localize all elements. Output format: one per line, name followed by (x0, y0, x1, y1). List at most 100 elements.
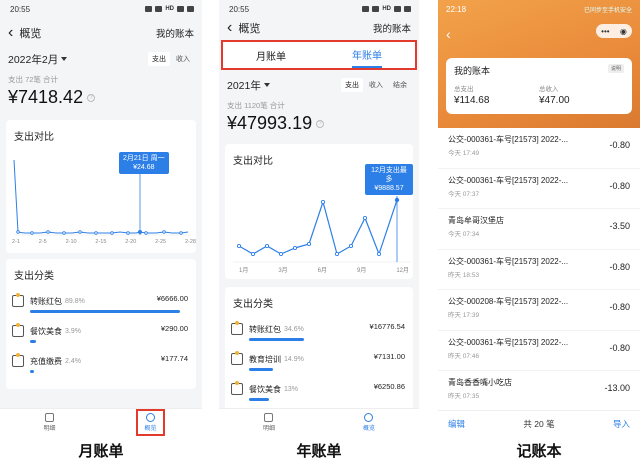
list-icon (264, 413, 274, 422)
transaction-row[interactable]: 公交-000361-车号[21573] 2022-... 昨天 07:46 -0… (438, 331, 640, 371)
chevron-down-icon (263, 83, 270, 87)
period-label: 2021年 (227, 79, 261, 92)
bottom-tab-bar: 明细 概览 (219, 408, 419, 436)
transaction-row[interactable]: 公交-000361-车号[21573] 2022-... 今天 17:49 -0… (438, 128, 640, 169)
category-value: ¥290.00 (160, 324, 188, 333)
category-value: ¥7131.00 (373, 352, 405, 361)
wallet-icon (231, 321, 243, 335)
period-selector[interactable]: 2021年 (227, 78, 270, 93)
category-name: 餐饮美食 (249, 384, 281, 394)
toggle-income[interactable]: 收入 (172, 52, 194, 66)
category-card: 支出分类 转账红包 34.6% ¥16776.54 教育培训 14.9% ¥71… (225, 287, 413, 417)
transaction-time: 昨天 17:39 (448, 312, 480, 319)
tab-label: 明细 (262, 426, 275, 432)
back-icon[interactable]: ‹ (446, 26, 451, 42)
segment-monthly[interactable]: 月账单 (256, 44, 286, 67)
total-amount-value: ¥47993.19 (227, 113, 313, 133)
page-title: 概览 (19, 28, 42, 40)
ledger-title: 我的账本 (454, 66, 491, 76)
edit-button[interactable]: 编辑 (448, 418, 465, 430)
transaction-name: 公交-000361-车号[21573] 2022-... (448, 337, 569, 347)
status-bar: 20:55 HD (0, 0, 202, 18)
back-icon[interactable]: ‹ (227, 20, 232, 36)
mini-program-capsule[interactable]: ••• ◉ (596, 24, 632, 38)
transaction-row[interactable]: 青岛牟哥汉堡店 今天 07:34 -3.50 (438, 209, 640, 250)
status-time: 22:18 (446, 4, 467, 14)
category-title: 支出分类 (233, 299, 273, 310)
tab-overview[interactable]: 概览 (357, 411, 381, 434)
transaction-row[interactable]: 公交-000361-车号[21573] 2022-... 昨天 18:53 -0… (438, 250, 640, 290)
close-icon[interactable]: ◉ (620, 27, 627, 36)
category-row[interactable]: 餐饮美食 13% ¥6250.86 (225, 374, 413, 404)
category-name: 充值缴费 (30, 356, 62, 366)
tab-details[interactable]: 明细 (37, 411, 61, 434)
tab-details[interactable]: 明细 (257, 411, 281, 434)
transaction-name: 公交-000361-车号[21573] 2022-... (448, 256, 569, 266)
my-ledger-link[interactable]: 我的账本 (156, 26, 194, 40)
help-badge[interactable]: 说明 (607, 64, 624, 73)
toggle-expense[interactable]: 支出 (148, 52, 170, 66)
more-icon[interactable]: ••• (601, 27, 609, 36)
total-income-label: 总收入 (539, 86, 559, 93)
transaction-amount: -0.80 (609, 180, 630, 191)
status-bar: 22:18 已同步至手机安全 (438, 0, 640, 18)
yearly-bill-screen: 20:55 HD ‹ 概览 我的账本 月账单 年账单 2021年 支出 收入 结… (219, 0, 419, 436)
monthly-bill-screen: 20:55 HD ‹ 概览 我的账本 2022年2月 支出 收入 支出 72笔 … (0, 0, 202, 436)
import-button[interactable]: 导入 (613, 418, 630, 430)
nav-bar: ‹ 概览 我的账本 (0, 18, 202, 48)
trend-title: 支出对比 (14, 132, 54, 143)
transaction-time: 昨天 18:53 (448, 271, 480, 279)
list-icon (44, 413, 54, 422)
pie-chart-icon (364, 413, 374, 422)
x-tick: 2-1 (12, 239, 20, 245)
transaction-amount: -0.80 (609, 342, 630, 353)
tab-overview[interactable]: 概览 (136, 409, 165, 436)
segment-yearly[interactable]: 年账单 (352, 43, 382, 68)
ledger-summary-card: 我的账本 说明 总支出 ¥114.68 总收入 ¥47.00 (446, 58, 632, 114)
type-toggle: 支出 收入 (148, 52, 194, 66)
category-row[interactable]: 餐饮美食 3.9% ¥290.00 (6, 316, 196, 346)
x-tick: 2-10 (65, 239, 77, 245)
bill-type-segment: 月账单 年账单 (221, 40, 417, 70)
caption-monthly: 月账单 (78, 443, 124, 460)
category-value: ¥16776.54 (369, 322, 405, 331)
transaction-row[interactable]: 公交-000208-车号[21573] 2022-... 昨天 17:39 -0… (438, 290, 640, 331)
trend-card: 支出对比 2月21日 周一 ¥24.68 2-1 2-5 2-10 2-15 2… (6, 120, 196, 253)
category-row[interactable]: 转账红包 89.8% ¥6666.00 (6, 286, 196, 316)
transaction-name: 青岛牟哥汉堡店 (448, 216, 504, 225)
category-value: ¥177.74 (160, 354, 188, 363)
chart-tooltip: 12月支出最多 ¥9888.57 (365, 164, 413, 195)
category-row[interactable]: 充值缴费 2.4% ¥177.74 (6, 346, 196, 376)
x-axis-ticks: 1月 3月 6月 9月 12月 (239, 265, 409, 274)
status-icons: HD (362, 6, 411, 12)
category-percent: 3.9% (65, 327, 81, 335)
summary-label: 支出 72笔 合计 (8, 75, 59, 84)
total-amount: ¥7418.42 ? (0, 85, 202, 110)
recharge-icon (12, 353, 24, 367)
tooltip-label: 12月支出最多 (371, 167, 407, 183)
category-card: 支出分类 转账红包 89.8% ¥6666.00 餐饮美食 3.9% ¥290.… (6, 259, 196, 389)
total-expense-label: 总支出 (454, 86, 474, 93)
transaction-amount: -0.80 (609, 261, 630, 272)
toggle-income[interactable]: 收入 (365, 78, 387, 92)
transaction-row[interactable]: 青岛香香嘴小吃店 昨天 07:35 -13.00 (438, 371, 640, 412)
tooltip-date: 2月21日 周一 (123, 155, 165, 162)
info-icon[interactable]: ? (87, 93, 96, 102)
tooltip-value: ¥9888.57 (374, 185, 404, 192)
transaction-row[interactable]: 公交-000361-车号[21573] 2022-... 今天 07:37 -0… (438, 169, 640, 209)
x-tick: 6月 (317, 268, 327, 274)
period-selector[interactable]: 2022年2月 (8, 52, 68, 67)
info-icon[interactable]: ? (316, 119, 325, 128)
category-name: 餐饮美食 (30, 326, 62, 336)
toggle-balance[interactable]: 结余 (389, 78, 411, 92)
transaction-name: 公交-000361-车号[21573] 2022-... (448, 135, 569, 144)
category-percent: 14.9% (284, 355, 304, 363)
back-icon[interactable]: ‹ (8, 25, 13, 41)
category-row[interactable]: 教育培训 14.9% ¥7131.00 (225, 344, 413, 374)
ledger-bottom-bar: 编辑 共 20 笔 导入 (438, 410, 640, 436)
toggle-expense[interactable]: 支出 (341, 78, 363, 92)
my-ledger-link[interactable]: 我的账本 (373, 21, 411, 35)
status-time: 20:55 (10, 4, 31, 14)
x-tick: 2-5 (38, 239, 47, 245)
category-row[interactable]: 转账红包 34.6% ¥16776.54 (225, 314, 413, 344)
